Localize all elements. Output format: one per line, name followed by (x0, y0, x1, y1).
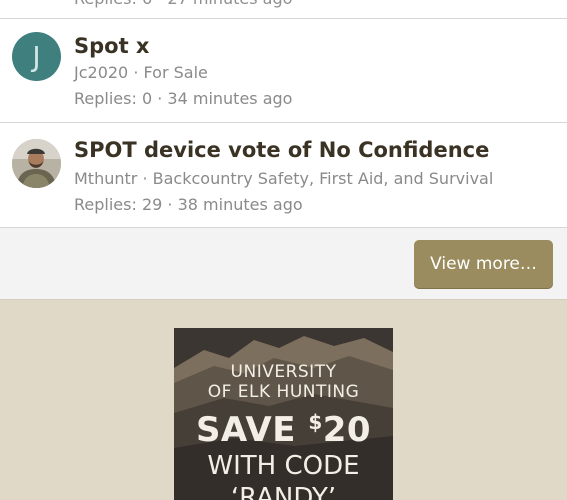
ad-line-3: SAVE $20 (174, 410, 393, 450)
avatar-photo (12, 139, 61, 188)
meta-separator: · (133, 63, 139, 82)
ad-line-2: OF ELK HUNTING (207, 382, 360, 402)
ad-amount: 20 (322, 410, 372, 450)
thread-title[interactable]: SPOT device vote of No Confidence (74, 138, 489, 162)
thread-title[interactable]: Spot x (74, 34, 149, 58)
thread-row[interactable]: J Spot x Jc2020 · For Sale Replies: 0 · … (0, 19, 567, 123)
avatar-letter: J (32, 40, 41, 73)
thread-replies: Replies: 29 (74, 195, 163, 214)
ad-line-4: WITH CODE (207, 451, 360, 481)
ad-line-5: ‘RANDY’ (230, 483, 337, 500)
avatar[interactable]: J (12, 32, 61, 81)
stats-separator: · (167, 195, 173, 214)
stats-separator: · (157, 89, 163, 108)
thread-partial-text: Replies: 6 · 27 minutes ago (74, 0, 292, 8)
meta-separator: · (142, 169, 148, 188)
avatar[interactable] (12, 139, 61, 188)
thread-meta: Mthuntr · Backcountry Safety, First Aid,… (74, 169, 493, 188)
advertisement-banner[interactable]: UNIVERSITY OF ELK HUNTING SAVE $20 WITH … (174, 328, 393, 500)
ad-currency: $ (308, 410, 323, 434)
ad-line-1: UNIVERSITY (230, 362, 337, 382)
thread-list-panel: Replies: 6 · 27 minutes ago J Spot x Jc2… (0, 0, 567, 300)
thread-row[interactable]: SPOT device vote of No Confidence Mthunt… (0, 123, 567, 228)
thread-stats: Replies: 29 · 38 minutes ago (74, 195, 303, 214)
thread-author[interactable]: Jc2020 (74, 63, 128, 82)
thread-forum[interactable]: Backcountry Safety, First Aid, and Survi… (153, 169, 494, 188)
thread-forum[interactable]: For Sale (144, 63, 208, 82)
thread-time: 38 minutes ago (177, 195, 303, 214)
thread-row-partial[interactable]: Replies: 6 · 27 minutes ago (0, 0, 567, 19)
view-more-button[interactable]: View more… (414, 240, 553, 288)
thread-replies: Replies: 0 (74, 89, 153, 108)
thread-time: 34 minutes ago (167, 89, 293, 108)
thread-author[interactable]: Mthuntr (74, 169, 137, 188)
thread-stats: Replies: 0 · 34 minutes ago (74, 89, 292, 108)
ad-save-text: SAVE (195, 410, 309, 450)
thread-meta: Jc2020 · For Sale (74, 63, 208, 82)
